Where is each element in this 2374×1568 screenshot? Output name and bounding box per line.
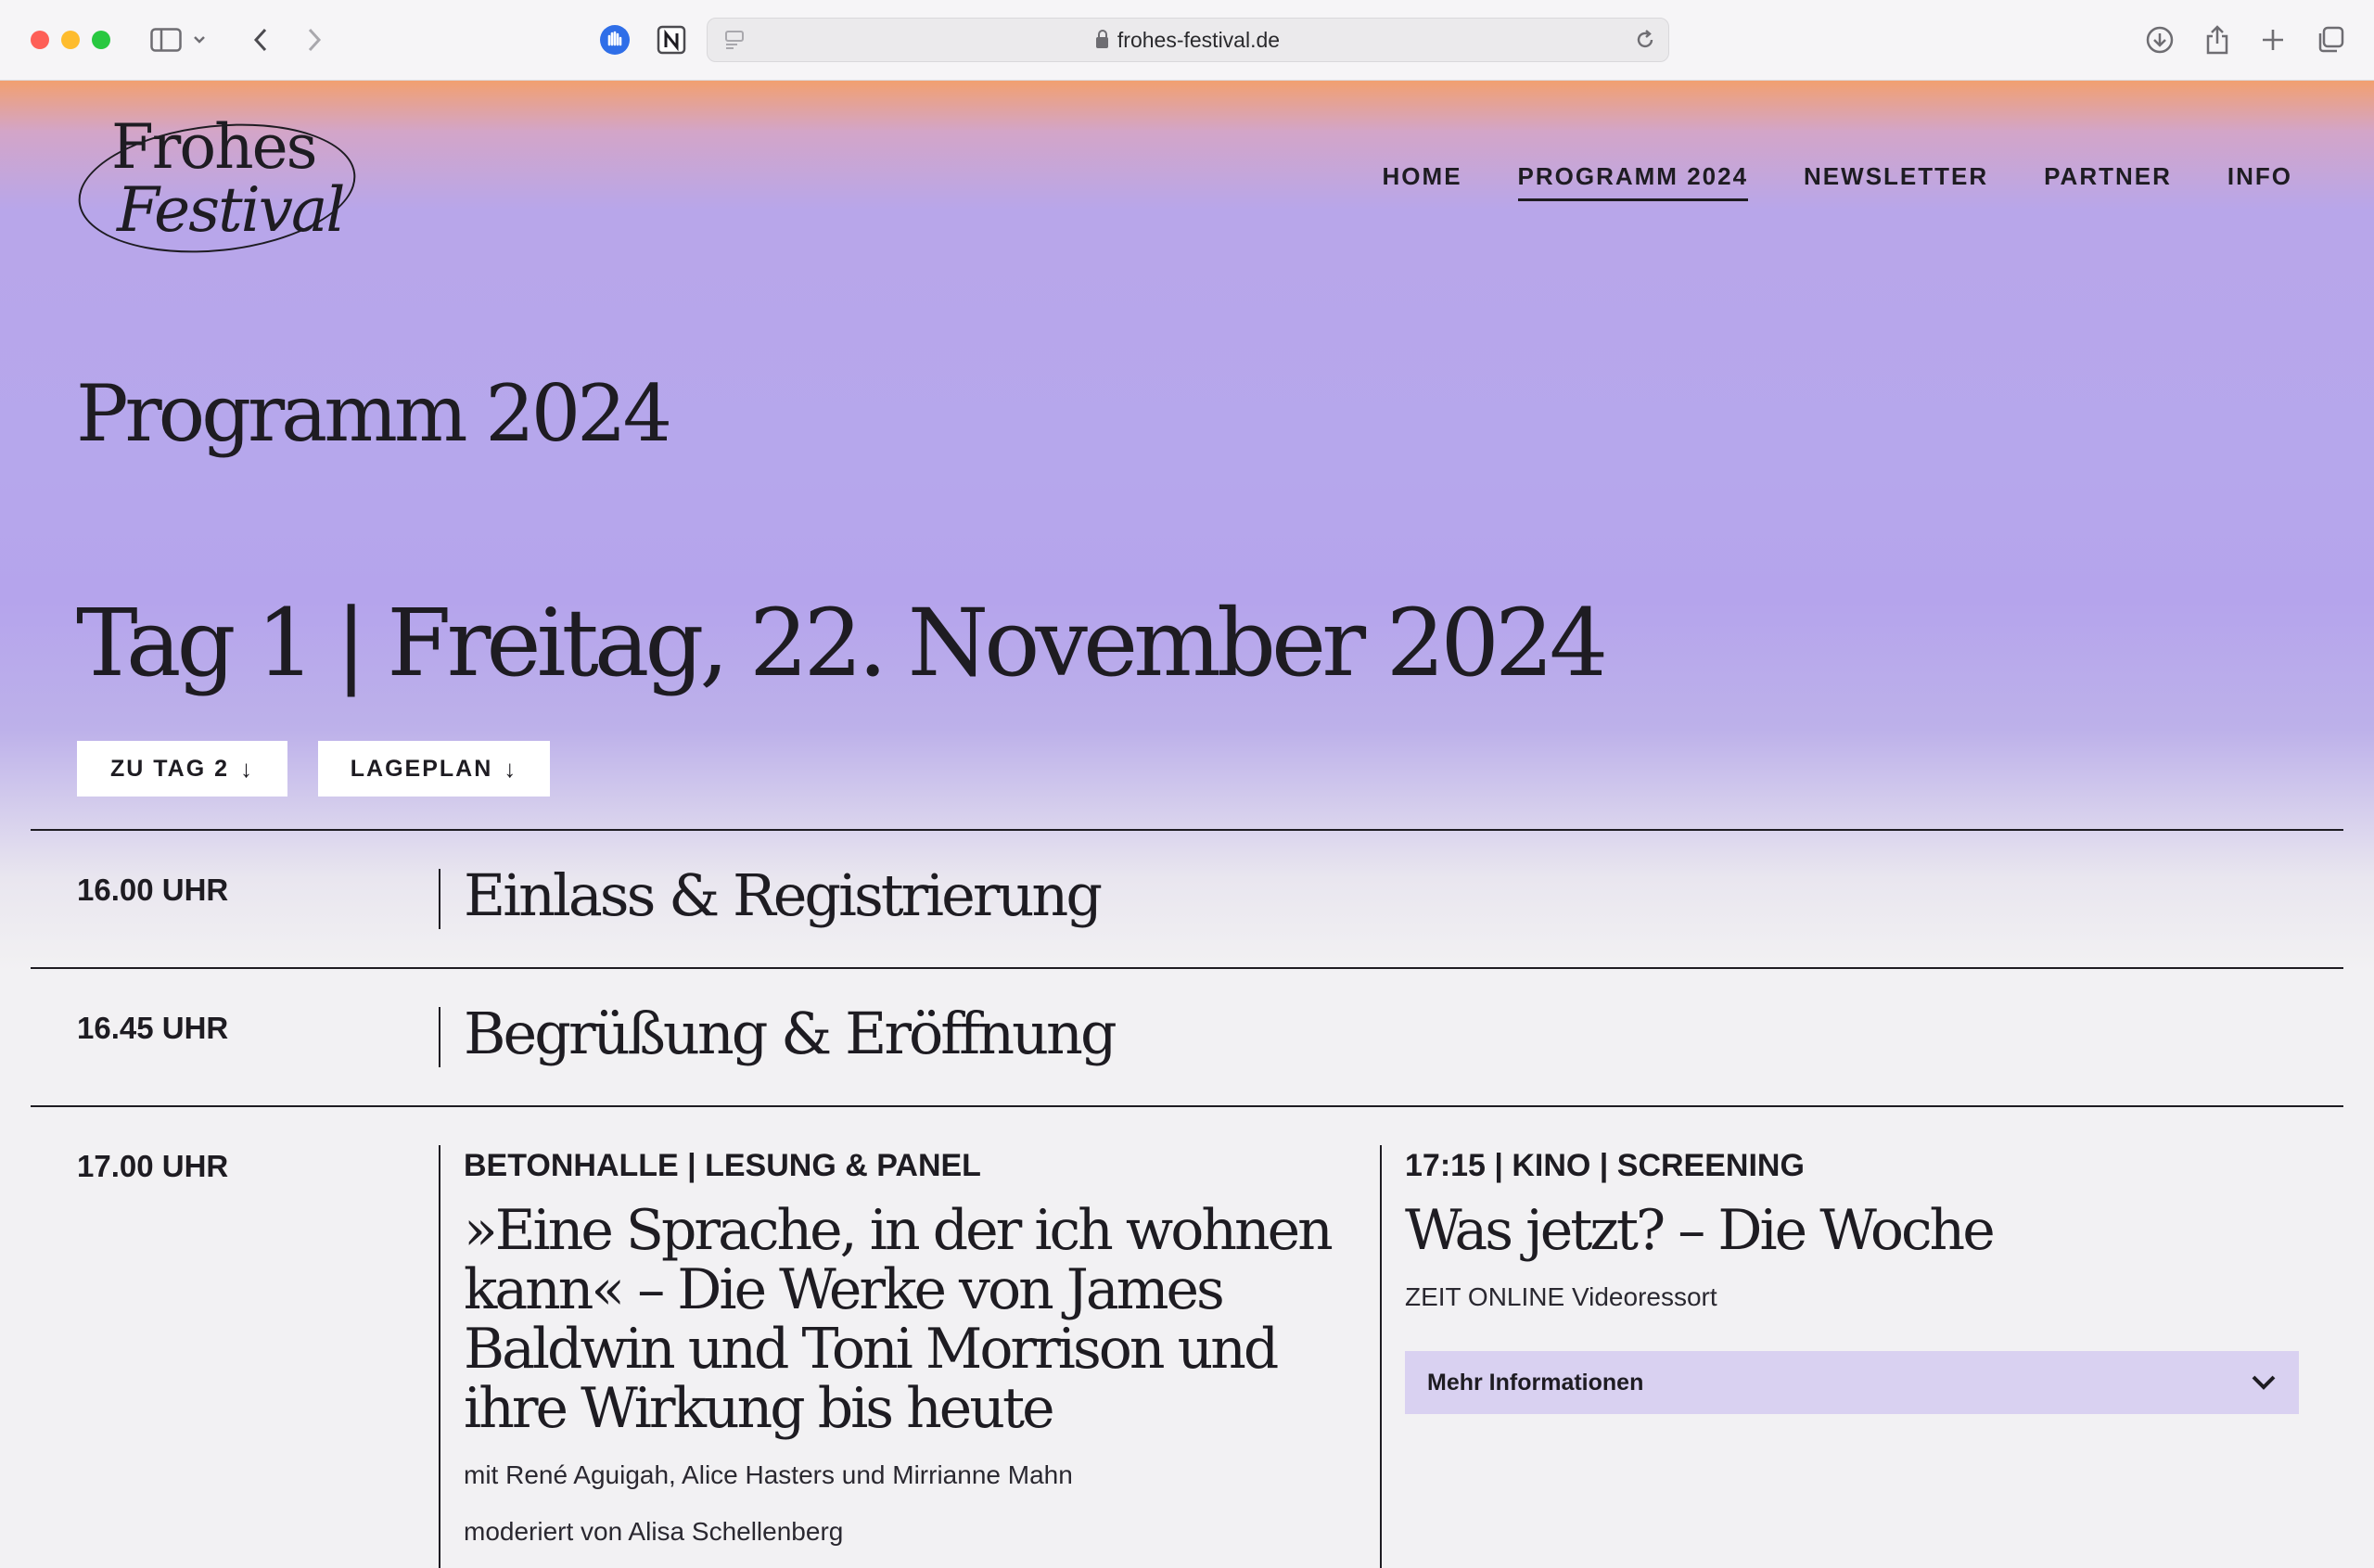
event-guests: mit René Aguigah, Alice Hasters und Mirr… xyxy=(464,1460,1073,1489)
festival-logo[interactable]: Frohes Festival xyxy=(71,108,363,266)
downloads-icon[interactable] xyxy=(2140,20,2179,59)
lock-icon xyxy=(1095,30,1108,48)
chevron-down-icon[interactable] xyxy=(188,20,211,59)
share-icon[interactable] xyxy=(2198,20,2237,59)
new-tab-icon[interactable] xyxy=(2253,20,2292,59)
go-to-day-2-label: ZU TAG 2 xyxy=(109,755,230,782)
schedule-time: 16.45 UHR xyxy=(77,1011,229,1045)
event-moderation: moderiert von Alisa Schellenberg xyxy=(464,1517,844,1546)
address-bar[interactable]: frohes-festival.de xyxy=(707,18,1669,62)
go-to-day-2-button[interactable]: ZU TAG 2 ↓ xyxy=(77,741,287,797)
row-separator xyxy=(439,1145,440,1568)
logo-line-2: Festival xyxy=(117,174,345,246)
event-title: Was jetzt? – Die Woche xyxy=(1405,1198,1996,1263)
schedule-time: 16.00 UHR xyxy=(77,873,229,907)
minimize-window-button[interactable] xyxy=(61,31,80,49)
arrow-down-icon: ↓ xyxy=(504,754,518,783)
url-text-wrap: frohes-festival.de xyxy=(708,19,1668,61)
more-info-toggle[interactable]: Mehr Informationen xyxy=(1405,1351,2299,1414)
schedule-title: Einlass & Registrierung xyxy=(464,861,1103,929)
event-meta: BETONHALLE | LESUNG & PANEL xyxy=(464,1148,981,1183)
chevron-down-icon xyxy=(2252,1375,2276,1390)
main-navigation: HOME PROGRAMM 2024 NEWSLETTER PARTNER IN… xyxy=(1383,162,2292,201)
zoom-window-button[interactable] xyxy=(92,31,110,49)
logo-wordmark: Frohes Festival xyxy=(111,111,345,246)
site-map-button[interactable]: LAGEPLAN ↓ xyxy=(318,741,550,797)
row-separator xyxy=(439,869,440,929)
nav-info[interactable]: INFO xyxy=(2227,162,2292,201)
forward-icon[interactable] xyxy=(295,20,334,59)
close-window-button[interactable] xyxy=(31,31,49,49)
schedule-title: Begrüßung & Eröffnung xyxy=(464,1000,1117,1067)
event-meta: 17:15 | KINO | SCREENING xyxy=(1405,1148,1805,1183)
privacy-extension-icon[interactable] xyxy=(595,20,634,59)
url-text: frohes-festival.de xyxy=(1117,28,1281,52)
arrow-down-icon: ↓ xyxy=(240,754,255,783)
schedule-time: 17.00 UHR xyxy=(77,1149,229,1183)
site-map-label: LAGEPLAN xyxy=(350,755,493,782)
row-divider xyxy=(31,829,2343,831)
back-icon[interactable] xyxy=(241,20,280,59)
page-title: Programm 2024 xyxy=(76,368,672,459)
page-content: Frohes Festival HOME PROGRAMM 2024 NEWSL… xyxy=(0,81,2374,1568)
nav-newsletter[interactable]: NEWSLETTER xyxy=(1804,162,1988,201)
nav-programm-2024[interactable]: PROGRAMM 2024 xyxy=(1517,162,1749,201)
more-info-label: Mehr Informationen xyxy=(1427,1369,1644,1396)
nav-home[interactable]: HOME xyxy=(1383,162,1462,201)
nav-partner[interactable]: PARTNER xyxy=(2044,162,2172,201)
day-title: Tag 1 | Freitag, 22. November 2024 xyxy=(76,589,1608,697)
tab-overview-icon[interactable] xyxy=(2311,20,2350,59)
logo-line-1: Frohes xyxy=(111,111,318,183)
sidebar-toggle-icon[interactable] xyxy=(147,20,185,59)
browser-toolbar: frohes-festival.de xyxy=(0,0,2374,81)
event-title: »Eine Sprache, in der ich wohnen kann« –… xyxy=(464,1198,1334,1441)
notion-extension-icon[interactable] xyxy=(652,20,691,59)
row-divider xyxy=(31,967,2343,969)
reload-icon[interactable] xyxy=(1626,20,1665,59)
event-subtitle: ZEIT ONLINE Videoressort xyxy=(1405,1282,1717,1311)
row-divider xyxy=(31,1105,2343,1107)
row-separator xyxy=(439,1007,440,1067)
column-separator xyxy=(1380,1145,1382,1568)
